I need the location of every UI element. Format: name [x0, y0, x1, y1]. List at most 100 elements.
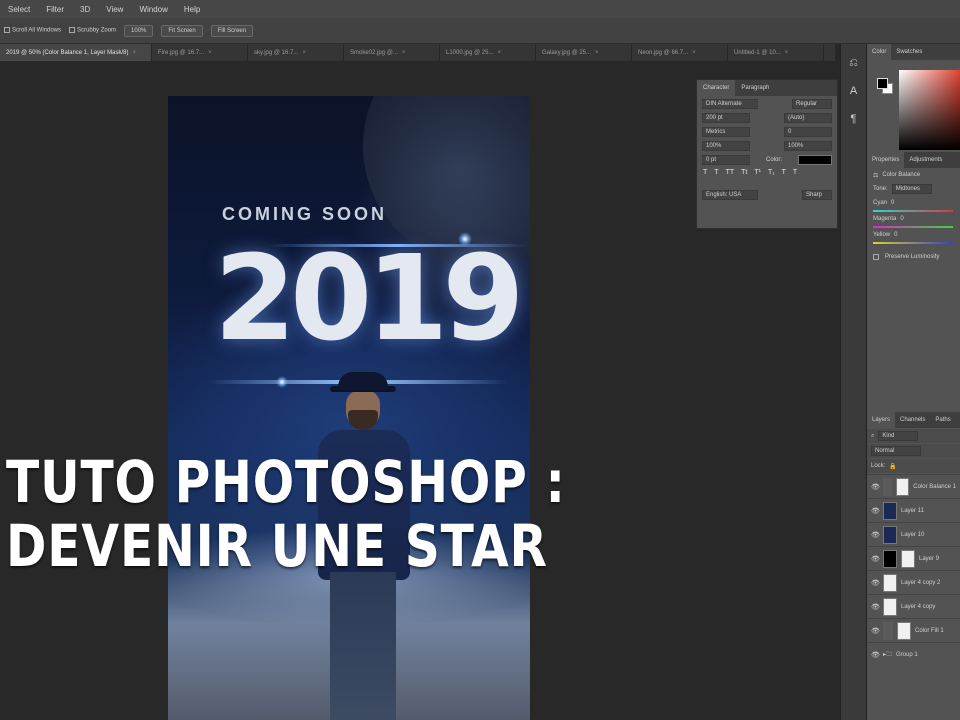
close-icon[interactable]: ×: [402, 50, 406, 56]
text-color-swatch[interactable]: [797, 155, 832, 165]
close-icon[interactable]: ×: [595, 50, 599, 56]
underline-button[interactable]: T: [782, 169, 786, 176]
layers-panel: ⌕ Kind Normal Lock: 🔒 👁 Color Balance 1 👁…: [867, 429, 960, 666]
mask-thumb[interactable]: [901, 549, 915, 568]
language-select[interactable]: English: USA: [702, 190, 758, 200]
preserve-luminosity-checkbox[interactable]: [873, 254, 879, 260]
baseline-field[interactable]: 0 pt: [702, 155, 750, 165]
slider-value[interactable]: 0: [900, 216, 903, 222]
layer-row[interactable]: 👁 Color Balance 1: [867, 474, 960, 498]
document-tab[interactable]: Untitled-1 @ 10... ×: [728, 44, 824, 61]
lock-icon[interactable]: 🔒: [889, 463, 896, 470]
fill-screen-button[interactable]: Fill Screen: [210, 24, 254, 37]
document-tab[interactable]: Galaxy.jpg @ 25... ×: [536, 44, 632, 61]
checkbox[interactable]: [69, 27, 76, 34]
document-tab[interactable]: Neon.jpg @ 66.7... ×: [632, 44, 728, 61]
vertical-scale-field[interactable]: 100%: [702, 141, 750, 151]
close-icon[interactable]: ×: [692, 50, 696, 56]
document-canvas[interactable]: COMING SOON 2019: [168, 96, 530, 720]
eye-icon[interactable]: 👁: [871, 627, 880, 635]
blend-mode-select[interactable]: Normal: [871, 446, 921, 456]
faux-italic-button[interactable]: T: [714, 169, 718, 176]
right-panel-dock: Color Swatches Properties Adjustments ⚖ …: [866, 44, 960, 720]
eye-icon[interactable]: 👁: [871, 579, 880, 587]
menu-view[interactable]: View: [98, 5, 131, 14]
blend-mode-row: Normal: [867, 444, 960, 458]
tab-properties[interactable]: Properties: [867, 152, 905, 168]
tab-adjustments[interactable]: Adjustments: [904, 157, 947, 163]
document-tab[interactable]: sky.jpg @ 16.7... ×: [248, 44, 344, 61]
mask-thumb[interactable]: [896, 477, 910, 496]
eye-icon[interactable]: 👁: [871, 651, 880, 659]
tab-color[interactable]: Color: [867, 44, 892, 60]
eye-icon[interactable]: 👁: [871, 483, 880, 491]
close-icon[interactable]: ×: [785, 50, 789, 56]
layer-row[interactable]: 👁 Layer 4 copy 2: [867, 570, 960, 594]
layer-row[interactable]: 👁 Layer 11: [867, 498, 960, 522]
eye-icon[interactable]: 👁: [871, 555, 880, 563]
layer-group-row[interactable]: 👁 ▸🗀 Group 1: [867, 642, 960, 666]
antialias-select[interactable]: Sharp: [802, 190, 832, 200]
kerning-field[interactable]: Metrics: [702, 127, 750, 137]
tab-paragraph[interactable]: Paragraph: [735, 85, 775, 91]
eye-icon[interactable]: 👁: [871, 507, 880, 515]
close-icon[interactable]: ×: [302, 50, 306, 56]
font-style-select[interactable]: Regular: [792, 99, 832, 109]
menu-select[interactable]: Select: [0, 5, 38, 14]
font-family-select[interactable]: DIN Alternate: [702, 99, 758, 109]
small-caps-button[interactable]: Tt: [741, 169, 747, 176]
paragraph-icon[interactable]: ¶: [845, 110, 863, 128]
yellow-row: Yellow 0: [867, 228, 960, 242]
subscript-button[interactable]: T₁: [768, 169, 775, 176]
eye-icon[interactable]: 👁: [871, 603, 880, 611]
tab-layers[interactable]: Layers: [867, 412, 896, 428]
strikethrough-button[interactable]: T: [793, 169, 797, 176]
color-spectrum[interactable]: [899, 70, 960, 150]
layer-row[interactable]: 👁 Color Fill 1: [867, 618, 960, 642]
document-tab[interactable]: Smoke02.jpg @... ×: [344, 44, 440, 61]
title-line-1: TUTO PHOTOSHOP :: [6, 448, 566, 516]
close-icon[interactable]: ×: [497, 50, 501, 56]
tab-swatches[interactable]: Swatches: [891, 49, 927, 55]
layer-row[interactable]: 👁 Layer 10: [867, 522, 960, 546]
close-icon[interactable]: ×: [208, 50, 212, 56]
menu-help[interactable]: Help: [176, 5, 208, 14]
menu-filter[interactable]: Filter: [38, 5, 72, 14]
filter-kind-select[interactable]: Kind: [878, 431, 919, 441]
tab-label: Untitled-1 @ 10...: [734, 49, 781, 56]
document-tab-active[interactable]: 2019 @ 50% (Color Balance 1, Layer Mask/…: [0, 44, 152, 61]
menu-window[interactable]: Window: [131, 5, 175, 14]
layer-row[interactable]: 👁 Layer 9: [867, 546, 960, 570]
slider-value[interactable]: 0: [891, 200, 894, 206]
scrubby-zoom-option[interactable]: Scrubby Zoom: [69, 27, 116, 34]
properties-panel: ⚖ Color Balance Tone: Midtones Cyan 0 Ma…: [867, 168, 960, 412]
horizontal-scale-field[interactable]: 100%: [784, 141, 832, 151]
eye-icon[interactable]: 👁: [871, 531, 880, 539]
mask-thumb[interactable]: [897, 621, 911, 640]
history-icon[interactable]: ⎌: [845, 54, 863, 72]
superscript-button[interactable]: T¹: [754, 169, 761, 176]
yellow-blue-slider[interactable]: [873, 242, 953, 244]
all-caps-button[interactable]: TT: [726, 169, 735, 176]
close-icon[interactable]: ×: [132, 50, 136, 56]
layer-row[interactable]: 👁 Layer 4 copy: [867, 594, 960, 618]
document-tab[interactable]: Fire.jpg @ 16.7... ×: [152, 44, 248, 61]
scroll-all-windows-option[interactable]: Scroll All Windows: [4, 27, 61, 34]
tab-character[interactable]: Character: [697, 80, 736, 96]
slider-value[interactable]: 0: [894, 232, 897, 238]
leading-field[interactable]: (Auto): [784, 113, 832, 123]
checkbox[interactable]: [4, 27, 10, 34]
tracking-field[interactable]: 0: [784, 127, 832, 137]
document-tab[interactable]: L1000.jpg @ 25... ×: [440, 44, 536, 61]
fit-screen-button[interactable]: Fit Screen: [161, 24, 203, 37]
foreground-background-swatch[interactable]: [877, 78, 893, 94]
tab-paths[interactable]: Paths: [930, 417, 955, 423]
character-icon[interactable]: A: [845, 82, 863, 100]
font-size-field[interactable]: 200 pt: [702, 113, 750, 123]
zoom-100-button[interactable]: 100%: [124, 24, 154, 37]
faux-bold-button[interactable]: T: [703, 169, 707, 176]
tone-select[interactable]: Midtones: [891, 184, 932, 194]
tab-channels[interactable]: Channels: [895, 417, 930, 423]
menu-3d[interactable]: 3D: [72, 5, 98, 14]
foreground-color[interactable]: [877, 78, 888, 89]
